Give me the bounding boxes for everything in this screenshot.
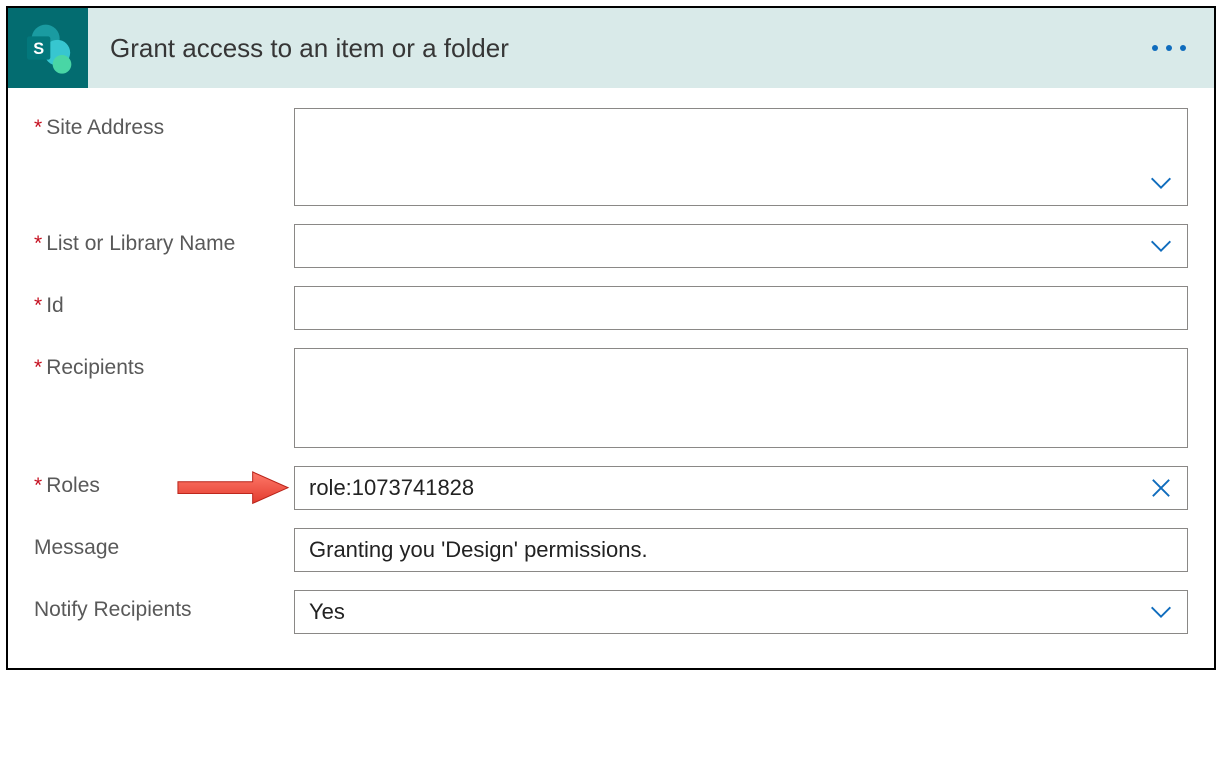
label-id: *Id (34, 286, 294, 318)
sharepoint-icon: S (8, 8, 88, 88)
chevron-down-icon[interactable] (1147, 598, 1175, 626)
more-options-icon[interactable] (1152, 45, 1186, 51)
label-recipients: *Recipients (34, 348, 294, 380)
label-notify: Notify Recipients (34, 590, 294, 622)
callout-arrow-icon (174, 468, 292, 508)
message-input[interactable]: Granting you 'Design' permissions. (294, 528, 1188, 572)
list-library-input[interactable] (294, 224, 1188, 268)
recipients-input[interactable] (294, 348, 1188, 448)
row-site-address: *Site Address (34, 108, 1188, 206)
label-message: Message (34, 528, 294, 560)
row-id: *Id (34, 286, 1188, 330)
card-header: S Grant access to an item or a folder (8, 8, 1214, 88)
site-address-input[interactable] (294, 108, 1188, 206)
label-list-library: *List or Library Name (34, 224, 294, 256)
chevron-down-icon[interactable] (1147, 169, 1175, 197)
chevron-down-icon[interactable] (1147, 232, 1175, 260)
row-list-library: *List or Library Name (34, 224, 1188, 268)
id-input[interactable] (294, 286, 1188, 330)
label-site-address: *Site Address (34, 108, 294, 140)
row-roles: *Roles role:1073741828 (34, 466, 1188, 510)
notify-input[interactable]: Yes (294, 590, 1188, 634)
roles-input[interactable]: role:1073741828 (294, 466, 1188, 510)
card-title: Grant access to an item or a folder (110, 33, 509, 64)
row-recipients: *Recipients (34, 348, 1188, 448)
close-icon[interactable] (1147, 474, 1175, 502)
row-notify: Notify Recipients Yes (34, 590, 1188, 634)
card-body: *Site Address *List or Library Name (8, 88, 1214, 668)
action-card: S Grant access to an item or a folder *S… (6, 6, 1216, 670)
label-roles: *Roles (34, 466, 294, 498)
svg-text:S: S (33, 40, 44, 58)
row-message: Message Granting you 'Design' permission… (34, 528, 1188, 572)
